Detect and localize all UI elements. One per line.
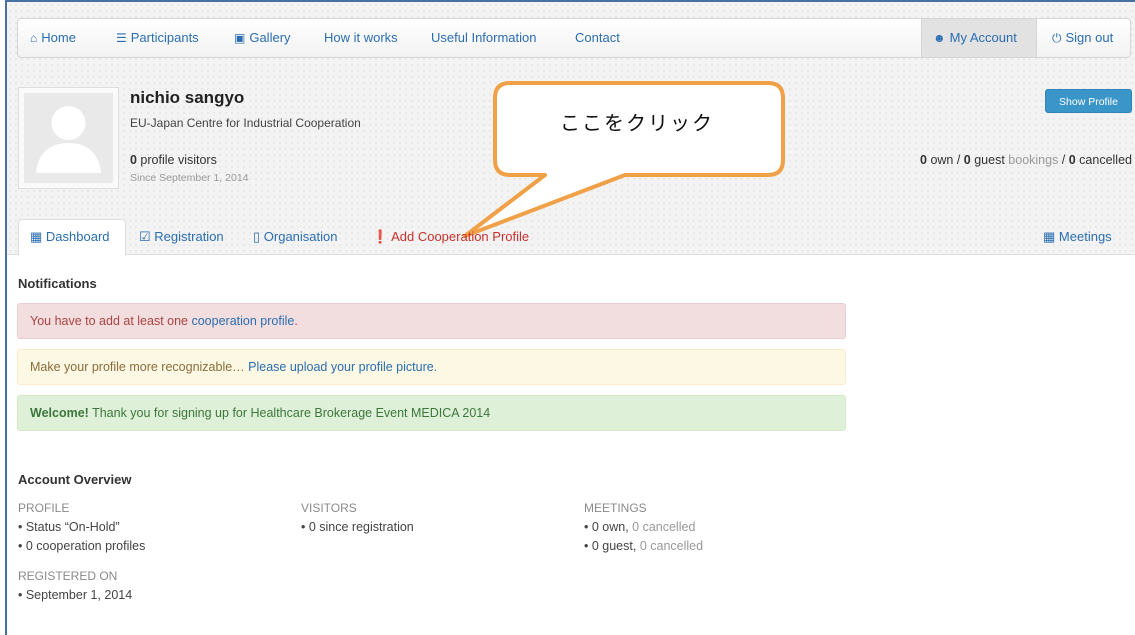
overview-meetings-heading: MEETINGS (584, 501, 647, 515)
alert-upload-picture: Make your profile more recognizable… Ple… (17, 349, 846, 385)
tab-meetings[interactable]: ▦ Meetings (1043, 229, 1112, 245)
alert-add-cooperation-profile: You have to add at least one cooperation… (17, 303, 846, 339)
overview-profile-heading: PROFILE (18, 501, 70, 515)
overview-visitors-heading: VISITORS (301, 501, 357, 515)
upload-picture-link[interactable]: Please upload your profile picture. (248, 360, 437, 374)
tab-dashboard[interactable]: ▦ Dashboard (30, 229, 110, 245)
exclamation-circle-icon: ❗ (372, 229, 389, 244)
overview-meetings-guest: • 0 guest, 0 cancelled (584, 539, 704, 553)
tab-organisation[interactable]: ▯ Organisation (253, 229, 338, 245)
tab-registration[interactable]: ☑ Registration (139, 229, 224, 245)
callout-text: ここをクリック (560, 111, 714, 135)
alert-welcome: Welcome! Thank you for signing up for He… (17, 395, 846, 431)
overview-profile-coop: • 0 cooperation profiles (18, 539, 146, 553)
check-square-icon: ☑ (139, 229, 151, 244)
overview-meetings-own: • 0 own, 0 cancelled (584, 520, 696, 534)
overview-registered-heading: REGISTERED ON (18, 569, 118, 583)
overview-visitors-line: • 0 since registration (301, 520, 414, 534)
notifications-title: Notifications (18, 276, 97, 291)
overview-profile-status: • Status “On-Hold” (18, 520, 120, 534)
building-icon: ▯ (253, 229, 261, 244)
dashboard-icon: ▦ (30, 229, 43, 244)
cooperation-profile-link[interactable]: cooperation profile (191, 314, 294, 328)
tab-add-cooperation-profile[interactable]: ❗ Add Cooperation Profile (372, 229, 529, 245)
tabs-border (7, 254, 1135, 255)
calendar-icon: ▦ (1043, 229, 1056, 244)
account-overview-title: Account Overview (18, 472, 132, 487)
overview-registered-line: • September 1, 2014 (18, 588, 133, 602)
